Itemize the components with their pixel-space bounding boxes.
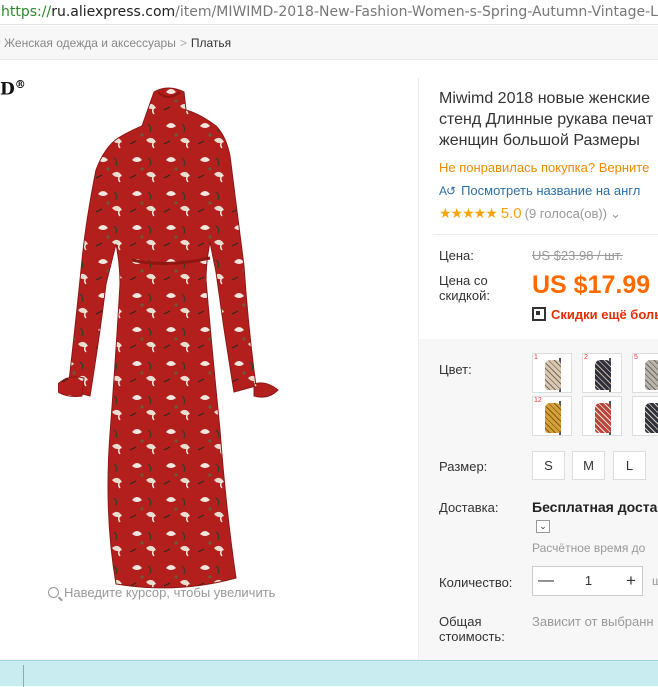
size-option-m[interactable]: M bbox=[572, 451, 605, 480]
shipping-method[interactable]: Бесплатная достав bbox=[532, 499, 658, 515]
swatch-number: 12 bbox=[534, 397, 542, 404]
quantity-decrease-button[interactable]: — bbox=[533, 567, 559, 595]
breadcrumb-separator: > bbox=[179, 36, 187, 50]
quantity-stepper: — 1 + bbox=[532, 566, 643, 596]
color-swatch[interactable]: 12 bbox=[532, 396, 572, 436]
rating-summary[interactable]: ★★★★★ 5.0 (9 голоса(ов)) ⌄ bbox=[439, 205, 621, 222]
zoom-hint: Наведите курсор, чтобы увеличить bbox=[48, 585, 275, 600]
product-title-line: женщин большой Размеры bbox=[439, 132, 640, 149]
dress-thumbnail bbox=[645, 403, 658, 433]
dress-thumbnail bbox=[545, 403, 561, 433]
breadcrumb: Женская одежда и аксессуары > Платья bbox=[0, 26, 658, 60]
quantity-increase-button[interactable]: + bbox=[618, 567, 644, 595]
size-label: Размер: bbox=[439, 459, 488, 474]
url-host: ru.aliexpress.com bbox=[51, 4, 176, 20]
swatch-number: 5 bbox=[634, 354, 638, 361]
old-price: US $23.98 / шт. bbox=[532, 248, 623, 263]
divider bbox=[23, 665, 24, 687]
discount-price: US $17.99 bbox=[532, 271, 651, 299]
size-option-s[interactable]: S bbox=[532, 451, 565, 480]
dress-thumbnail bbox=[645, 360, 658, 390]
shipping-estimate: Расчётное время до bbox=[532, 541, 646, 555]
url-scheme: https:// bbox=[1, 4, 52, 20]
color-label: Цвет: bbox=[439, 362, 472, 377]
color-swatch[interactable]: 5 bbox=[632, 353, 658, 393]
total-value: Зависит от выбранн bbox=[532, 614, 654, 629]
url-path: /item/MIWIMD-2018-New-Fashion-Women-s-Sp… bbox=[175, 4, 658, 20]
shipping-dropdown-chevron-icon[interactable]: ⌄ bbox=[536, 520, 550, 533]
dress-thumbnail bbox=[545, 360, 561, 390]
brand-logo-fragment: D® bbox=[0, 78, 26, 100]
product-info-panel: Miwimd 2018 новые женские стенд Длинные … bbox=[419, 78, 658, 660]
chevron-down-icon: ⌄ bbox=[610, 206, 621, 221]
breadcrumb-category-link[interactable]: Женская одежда и аксессуары bbox=[4, 36, 176, 50]
swatch-number: 1 bbox=[534, 354, 538, 361]
rating-score: 5.0 bbox=[500, 205, 522, 222]
address-bar[interactable]: https://ru.aliexpress.com/item/MIWIMD-20… bbox=[0, 0, 658, 25]
color-swatch[interactable]: 2 bbox=[582, 353, 622, 393]
size-option-l[interactable]: L bbox=[613, 451, 646, 480]
magnifier-icon bbox=[48, 587, 59, 598]
discount-price-label: Цена со скидкой: bbox=[439, 273, 490, 303]
breadcrumb-current[interactable]: Платья bbox=[191, 36, 231, 50]
shipping-label: Доставка: bbox=[439, 500, 499, 515]
swatch-number: 2 bbox=[584, 354, 588, 361]
bottom-notification-bar bbox=[0, 660, 658, 687]
app-coupon-link[interactable]: Скидки ещё боль bbox=[532, 307, 658, 322]
quantity-label: Количество: bbox=[439, 575, 513, 590]
quantity-unit: ш bbox=[652, 574, 658, 588]
qr-code-icon bbox=[532, 307, 546, 321]
product-main-image[interactable] bbox=[58, 84, 280, 624]
product-gallery: D® Наведите курсор, чтобы увеличить bbox=[0, 78, 418, 660]
color-swatch[interactable]: 1 bbox=[532, 353, 572, 393]
product-title: Miwimd 2018 новые женские стенд Длинные … bbox=[439, 88, 658, 151]
rating-votes: (9 голоса(ов)) bbox=[524, 206, 608, 221]
price-box: Цена: US $23.98 / шт. Цена со скидкой: U… bbox=[419, 235, 658, 339]
translate-icon: A↺ bbox=[439, 184, 456, 198]
return-policy-link[interactable]: Не понравилась покупка? Верните bbox=[439, 160, 649, 175]
product-title-line: Miwimd 2018 новые женские bbox=[439, 90, 651, 107]
star-rating-icon: ★★★★★ bbox=[439, 205, 498, 221]
color-swatch[interactable] bbox=[582, 396, 622, 436]
translate-title-link[interactable]: A↺ Посмотреть название на англ bbox=[439, 183, 640, 198]
price-label: Цена: bbox=[439, 248, 474, 263]
quantity-input[interactable]: 1 bbox=[559, 567, 618, 595]
total-label: Общая стоимость: bbox=[439, 614, 505, 644]
color-swatch[interactable] bbox=[632, 396, 658, 436]
dress-thumbnail bbox=[595, 403, 611, 433]
product-title-line: стенд Длинные рукава печат bbox=[439, 111, 654, 128]
dress-thumbnail bbox=[595, 360, 611, 390]
